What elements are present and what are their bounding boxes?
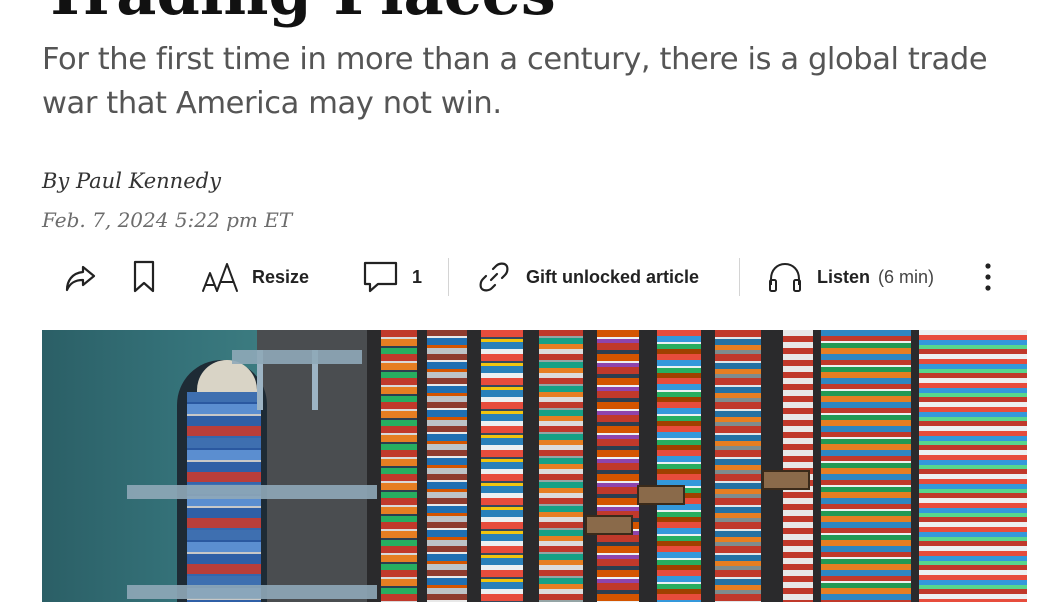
resize-label: Resize [252, 266, 310, 287]
article-date: Feb. 7, 2024 5:22 pm ET [42, 208, 293, 232]
bookmark-button[interactable] [132, 252, 156, 302]
toolbar-divider [448, 258, 449, 296]
share-arrow-icon [62, 259, 98, 295]
toolbar-divider [739, 258, 740, 296]
comments-count: 1 [412, 266, 423, 287]
comments-button[interactable]: 1 [362, 252, 422, 302]
article-headline: Trading Places [42, 0, 556, 28]
article-byline[interactable]: By Paul Kennedy [42, 169, 221, 193]
article-toolbar: Resize 1 Gift unlocked article Listen (6… [42, 252, 1027, 302]
gift-article-label: Gift unlocked article [526, 266, 700, 287]
listen-duration: (6 min) [878, 266, 935, 287]
article-hero-image [42, 330, 1027, 602]
text-size-icon [200, 259, 240, 295]
share-button[interactable] [62, 252, 98, 302]
listen-label: Listen [817, 266, 871, 287]
more-options-button[interactable] [982, 252, 994, 302]
vertical-ellipsis-icon [982, 259, 994, 295]
gantry-crane [127, 485, 377, 499]
headphones-icon [767, 259, 803, 295]
link-icon [476, 259, 512, 295]
comment-bubble-icon [362, 259, 400, 295]
gift-article-button[interactable]: Gift unlocked article [476, 252, 699, 302]
container-yard [367, 330, 1027, 602]
article-dek: For the first time in more than a centur… [42, 42, 988, 121]
listen-button[interactable]: Listen (6 min) [767, 252, 934, 302]
bookmark-icon [132, 259, 156, 295]
resize-button[interactable]: Resize [200, 252, 309, 302]
